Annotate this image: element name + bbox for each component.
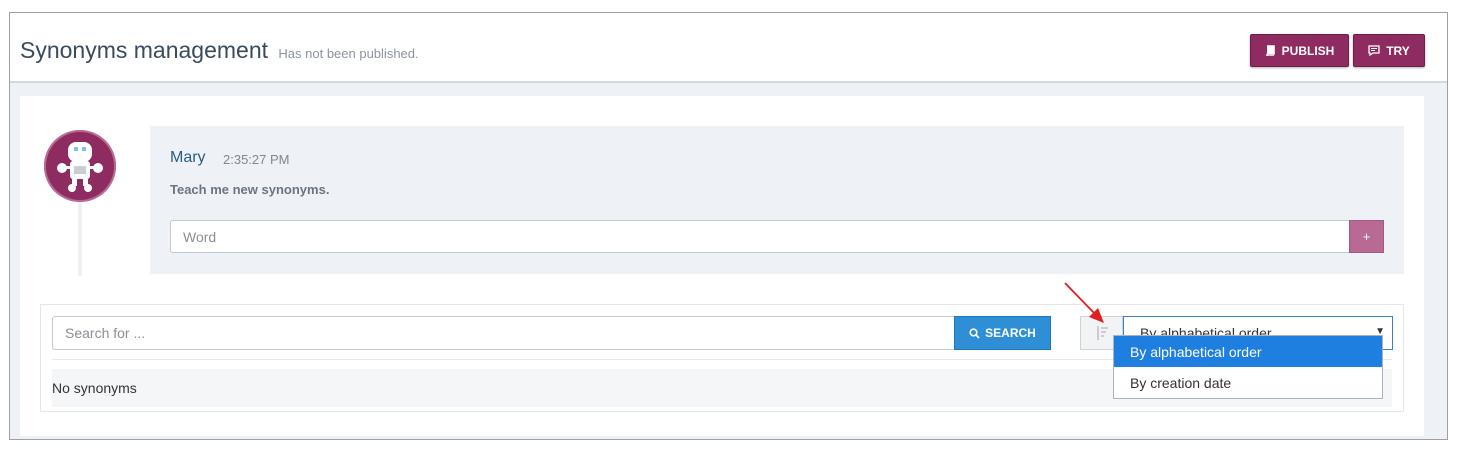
message-time: 2:35:27 PM (223, 152, 290, 167)
sort-option-creation-date[interactable]: By creation date (1114, 367, 1382, 398)
timeline-line (78, 202, 82, 276)
search-icon (969, 327, 980, 339)
book-icon (1265, 45, 1275, 56)
header-bar: Synonyms management Has not been publish… (10, 13, 1447, 83)
search-input[interactable] (52, 316, 955, 350)
publish-status: Has not been published. (278, 46, 419, 61)
publish-label: PUBLISH (1281, 43, 1335, 58)
add-word-button[interactable]: + (1349, 220, 1384, 253)
chat-icon (1368, 45, 1380, 56)
robot-icon (57, 142, 103, 192)
bot-avatar (44, 130, 116, 202)
add-label: + (1362, 229, 1371, 244)
word-input[interactable] (170, 220, 1350, 253)
page-title-text: Synonyms management (20, 37, 269, 63)
search-label: SEARCH (985, 326, 1036, 340)
empty-synonyms-text: No synonyms (52, 380, 137, 396)
publish-button[interactable]: PUBLISH (1250, 34, 1349, 67)
sort-dropdown-menu: By alphabetical order By creation date (1113, 335, 1383, 399)
bot-message-bubble: Mary 2:35:27 PM Teach me new synonyms. + (150, 126, 1404, 274)
annotation-arrow-icon (1064, 282, 1104, 323)
bot-message-text: Teach me new synonyms. (170, 182, 330, 197)
try-button[interactable]: TRY (1353, 34, 1425, 67)
bot-name: Mary (170, 149, 206, 166)
page-title: Synonyms management Has not been publish… (20, 37, 419, 64)
search-button[interactable]: SEARCH (954, 316, 1051, 350)
sort-icon (1096, 326, 1108, 340)
try-label: TRY (1386, 43, 1410, 58)
sort-option-alphabetical[interactable]: By alphabetical order (1114, 336, 1382, 367)
